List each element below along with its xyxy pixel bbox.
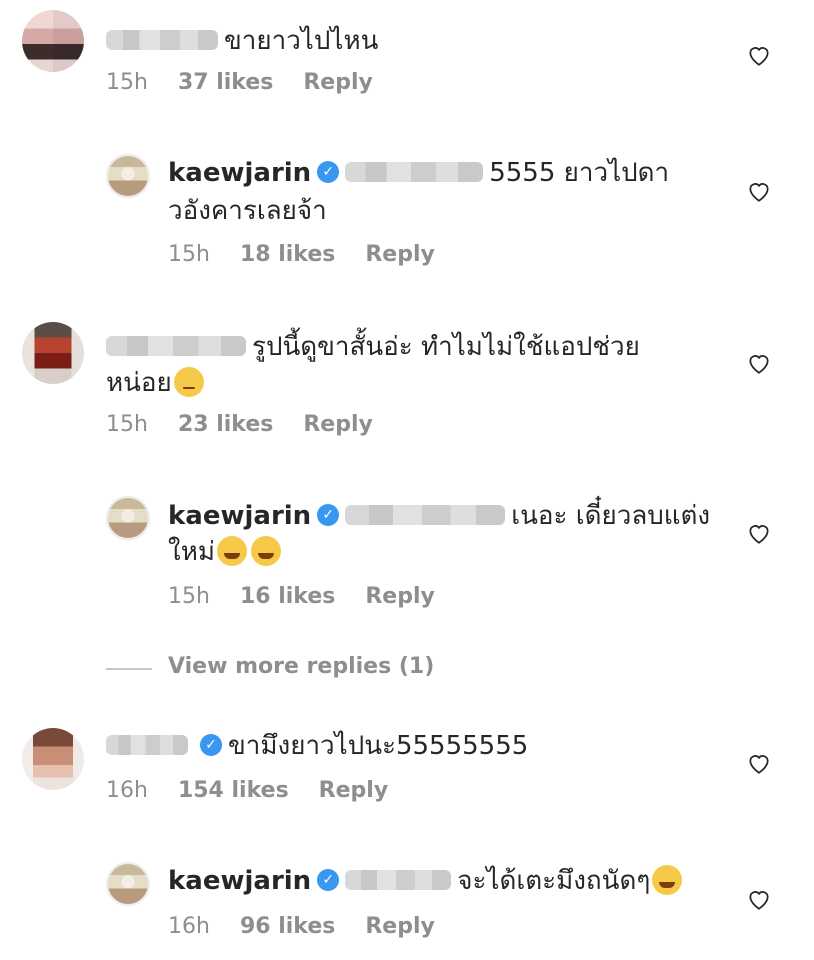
likes-count[interactable]: 23 likes: [178, 412, 273, 437]
heart-icon[interactable]: [746, 178, 772, 204]
timestamp: 15h: [168, 242, 210, 267]
verified-badge-icon: ✓: [317, 868, 340, 891]
avatar[interactable]: [22, 322, 84, 384]
blurred-username[interactable]: [106, 29, 218, 50]
username[interactable]: kaewjarin: [168, 866, 311, 896]
avatar[interactable]: [22, 10, 84, 72]
comment-text: ✓ ขามึงยาวไปนะ55555555: [106, 727, 528, 765]
reply-button[interactable]: Reply: [319, 778, 389, 803]
comment-text-line2: ใหม่: [168, 533, 283, 571]
comment-text-line2: หน่อย: [106, 364, 206, 402]
rofl-emoji-icon: [652, 864, 683, 895]
timestamp: 15h: [106, 412, 148, 437]
reply-button[interactable]: Reply: [365, 242, 435, 267]
unamused-emoji-icon: [173, 366, 204, 397]
comment-text: รูปนี้ดูขาสั้นอ่ะ ทำไมไม่ใช้แอปช่วย: [106, 328, 640, 366]
reply-button[interactable]: Reply: [365, 584, 435, 609]
timestamp: 15h: [106, 70, 148, 95]
likes-count[interactable]: 16 likes: [240, 584, 335, 609]
timestamp: 15h: [168, 584, 210, 609]
reply-button[interactable]: Reply: [303, 70, 373, 95]
comment-meta: 15h 37 likes Reply: [106, 70, 403, 95]
blurred-username[interactable]: [106, 734, 188, 755]
likes-count[interactable]: 96 likes: [240, 914, 335, 939]
avatar[interactable]: [22, 728, 84, 790]
comment-meta: 16h 154 likes Reply: [106, 778, 418, 803]
timestamp: 16h: [168, 914, 210, 939]
rofl-emoji-icon: [216, 535, 247, 566]
avatar[interactable]: [106, 496, 150, 540]
avatar[interactable]: [106, 154, 150, 198]
verified-badge-icon: ✓: [317, 160, 340, 183]
blurred-mention[interactable]: [345, 161, 484, 182]
username[interactable]: kaewjarin: [168, 158, 311, 188]
comment-meta: 15h 23 likes Reply: [106, 412, 403, 437]
comment-meta: 15h 18 likes Reply: [168, 242, 465, 267]
verified-badge-icon: ✓: [317, 503, 340, 526]
comment-meta: 15h 16 likes Reply: [168, 584, 465, 609]
heart-icon[interactable]: [746, 520, 772, 546]
likes-count[interactable]: 18 likes: [240, 242, 335, 267]
likes-count[interactable]: 37 likes: [178, 70, 273, 95]
view-more-divider: [106, 668, 152, 670]
comment-text: ขายาวไปไหน: [106, 22, 378, 60]
username[interactable]: kaewjarin: [168, 501, 311, 531]
blurred-mention[interactable]: [345, 869, 452, 890]
view-more-replies-button[interactable]: View more replies (1): [168, 654, 434, 679]
heart-icon[interactable]: [746, 886, 772, 912]
likes-count[interactable]: 154 likes: [178, 778, 289, 803]
heart-icon[interactable]: [746, 42, 772, 68]
rofl-emoji-icon: [250, 535, 281, 566]
comment-text: kaewjarin ✓ เนอะ เดี๋ยวลบแต่ง: [168, 501, 711, 531]
timestamp: 16h: [106, 778, 148, 803]
avatar[interactable]: [106, 862, 150, 906]
comment-text-line2: วอังคารเลยจ้า: [168, 196, 327, 226]
comment-meta: 16h 96 likes Reply: [168, 914, 465, 939]
heart-icon[interactable]: [746, 350, 772, 376]
blurred-username[interactable]: [106, 335, 246, 356]
heart-icon[interactable]: [746, 750, 772, 776]
comment-text: kaewjarin ✓ จะได้เตะมึงถนัดๆ: [168, 862, 684, 900]
comment-text: kaewjarin ✓ 5555 ยาวไปดา: [168, 158, 670, 188]
verified-badge-icon: ✓: [200, 733, 222, 756]
blurred-mention[interactable]: [345, 504, 506, 525]
reply-button[interactable]: Reply: [365, 914, 435, 939]
reply-button[interactable]: Reply: [303, 412, 373, 437]
